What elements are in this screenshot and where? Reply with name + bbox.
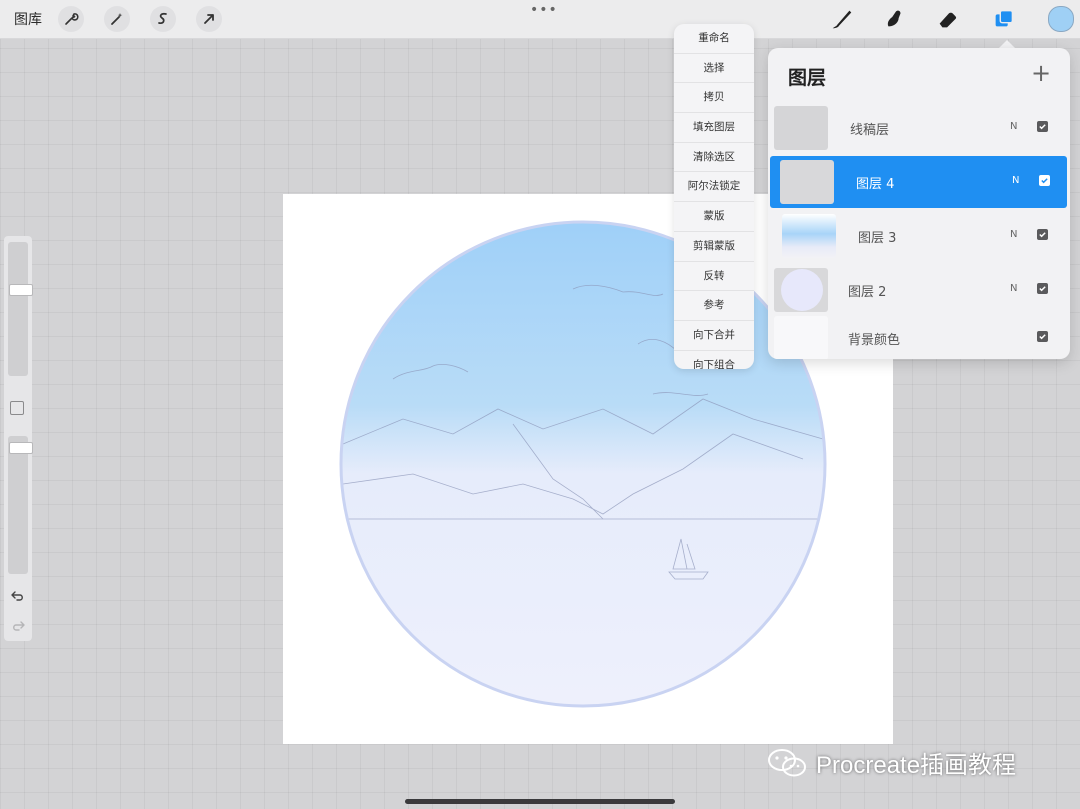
- add-layer-button[interactable]: +: [1030, 61, 1052, 85]
- layer-action-item[interactable]: 参考: [674, 291, 754, 321]
- opacity-slider[interactable]: [8, 436, 33, 574]
- undo-icon[interactable]: [10, 588, 26, 604]
- layer-action-item[interactable]: 选择: [674, 54, 754, 84]
- visibility-checkbox[interactable]: [1037, 229, 1048, 240]
- layer-row-3[interactable]: 图层 3 N: [768, 210, 1070, 262]
- magic-wand-icon[interactable]: [104, 6, 130, 32]
- layer-action-item[interactable]: 反转: [674, 262, 754, 292]
- layer-action-item[interactable]: 剪辑蒙版: [674, 232, 754, 262]
- layer-name: 图层 3: [858, 231, 897, 246]
- wechat-icon: [768, 749, 806, 777]
- layer-name: 图层 4: [856, 177, 895, 192]
- layer-action-item[interactable]: 向下合并: [674, 321, 754, 351]
- eraser-icon[interactable]: [934, 5, 962, 33]
- layer-name: 线稿层: [850, 123, 890, 138]
- visibility-checkbox[interactable]: [1037, 331, 1048, 342]
- layer-action-item[interactable]: 蒙版: [674, 202, 754, 232]
- visibility-checkbox[interactable]: [1039, 175, 1050, 186]
- blend-mode-button[interactable]: N: [1010, 283, 1017, 294]
- layer-action-item[interactable]: 拷贝: [674, 83, 754, 114]
- layers-panel: 图层 + 线稿层 N 图层 4 N 图层 3 N 图层 2 N 背景颜色: [768, 48, 1070, 359]
- layer-name: 图层 2: [848, 285, 887, 300]
- layer-thumbnail: [774, 106, 828, 150]
- layer-action-item[interactable]: 清除选区: [674, 143, 754, 173]
- color-picker[interactable]: [1048, 6, 1074, 32]
- layer-actions-menu: 重命名 选择 拷贝 填充图层 清除选区 阿尔法锁定 蒙版 剪辑蒙版 反转 参考 向下合并 向下组合: [674, 24, 754, 369]
- brush-icon[interactable]: [828, 5, 856, 33]
- layer-action-item[interactable]: 阿尔法锁定: [674, 172, 754, 203]
- brush-size-slider[interactable]: [8, 242, 33, 376]
- gallery-button[interactable]: 图库: [14, 9, 42, 29]
- layer-row-background[interactable]: 背景颜色: [768, 312, 1070, 359]
- layers-icon[interactable]: [990, 5, 1018, 33]
- layers-panel-title: 图层: [788, 67, 827, 89]
- layer-action-item[interactable]: 向下组合: [674, 351, 754, 369]
- layer-action-item[interactable]: 填充图层: [674, 113, 754, 143]
- layer-action-item[interactable]: 重命名: [674, 24, 754, 54]
- smudge-icon[interactable]: [880, 5, 908, 33]
- more-options-icon[interactable]: •••: [530, 2, 558, 18]
- redo-icon[interactable]: [10, 618, 26, 634]
- layer-thumbnail: [780, 160, 834, 204]
- layer-thumbnail: [782, 214, 836, 258]
- layer-row-4[interactable]: 图层 4 N: [770, 156, 1067, 208]
- visibility-checkbox[interactable]: [1037, 121, 1048, 132]
- blend-mode-button[interactable]: N: [1010, 121, 1017, 132]
- blend-mode-button[interactable]: N: [1012, 175, 1019, 186]
- left-sidebar: [4, 236, 33, 641]
- transform-icon[interactable]: [196, 6, 222, 32]
- layer-thumbnail: [774, 316, 828, 359]
- modify-button[interactable]: [10, 401, 24, 415]
- selection-icon[interactable]: [150, 6, 176, 32]
- layer-thumbnail: [774, 268, 828, 312]
- wrench-icon[interactable]: [58, 6, 84, 32]
- layer-row-lineart[interactable]: 线稿层 N: [768, 102, 1070, 154]
- visibility-checkbox[interactable]: [1037, 283, 1048, 294]
- layer-row-2[interactable]: 图层 2 N: [768, 264, 1070, 316]
- top-toolbar: 图库 •••: [0, 0, 1080, 39]
- blend-mode-button[interactable]: N: [1010, 229, 1017, 240]
- opacity-handle[interactable]: [9, 442, 33, 454]
- brush-size-handle[interactable]: [9, 284, 33, 296]
- watermark-text: Procreate插画教程: [816, 752, 1017, 779]
- layer-name: 背景颜色: [848, 333, 901, 348]
- home-indicator[interactable]: [405, 799, 675, 804]
